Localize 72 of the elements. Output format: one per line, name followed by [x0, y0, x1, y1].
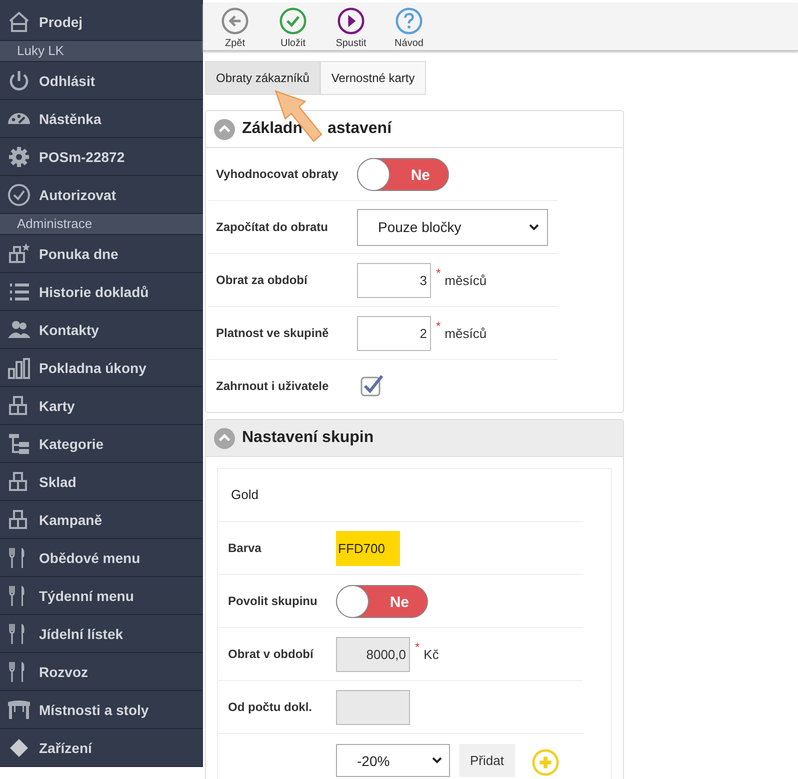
panel-title: Základn	[242, 120, 302, 138]
toolbar-button[interactable]: Spustit	[325, 3, 377, 50]
dropdown[interactable]: Pouze bločky	[357, 208, 548, 246]
sidebar-item[interactable]: Odhlásit	[39, 72, 96, 88]
tab[interactable]: Vernostné karty	[320, 61, 426, 95]
sidebar-section-header: Luky LK	[0, 41, 203, 62]
panel-title: astavení	[327, 120, 392, 138]
group-name: Gold	[218, 469, 583, 522]
sidebar-item[interactable]: POSm-22872	[39, 148, 125, 164]
required-mark: *	[436, 319, 441, 333]
collapse-icon[interactable]	[214, 428, 235, 448]
house-icon	[7, 10, 31, 34]
field-label: Vyhodnocovat obraty	[215, 167, 340, 181]
sidebar-item[interactable]: Zařízení	[39, 740, 92, 756]
gear-icon	[7, 144, 31, 168]
required-mark: *	[415, 640, 420, 654]
field-label: Platnost ve skupině	[215, 326, 330, 340]
sidebar-item[interactable]: Historie dokladů	[39, 284, 149, 300]
toggle-switch[interactable]: Ne	[357, 158, 449, 190]
sidebar-item[interactable]: Kontakty	[39, 322, 99, 338]
toolbar-button[interactable]: Návod	[383, 3, 435, 50]
field-label: Barva	[227, 541, 262, 555]
bar-chart-icon	[7, 356, 31, 380]
tree-icon	[7, 432, 31, 456]
sidebar-item[interactable]: Jídelní lístek	[39, 626, 124, 642]
toggle-switch[interactable]: Ne	[336, 584, 428, 618]
toolbar-button[interactable]: Uložit	[267, 3, 319, 50]
number-field[interactable]: 3	[357, 262, 431, 298]
caret-icon	[432, 757, 442, 764]
sidebar-item[interactable]: Ponuka dne	[39, 246, 118, 262]
sidebar-item[interactable]: Rozvoz	[39, 664, 88, 680]
field-label: Započítat do obratu	[215, 220, 329, 234]
field-label: Od počtu dokl.	[227, 700, 313, 714]
unit-label: měsíců	[444, 326, 487, 340]
table-icon	[7, 698, 31, 722]
sidebar-item[interactable]: Autorizovat	[39, 186, 116, 202]
add-button[interactable]: Přidat	[459, 744, 515, 777]
sidebar-item[interactable]: Kampaně	[39, 512, 102, 528]
sidebar-item[interactable]: Pokladna úkony	[39, 360, 146, 376]
sidebar-section-header: Administrace	[0, 214, 203, 235]
add-icon[interactable]	[532, 749, 559, 776]
gauge-icon	[8, 113, 30, 124]
sidebar-item[interactable]: Sklad	[39, 474, 76, 490]
checkbox[interactable]	[360, 374, 384, 398]
required-mark: *	[436, 266, 441, 280]
number-field[interactable]: 2	[357, 316, 431, 350]
color-field[interactable]: FFD700	[336, 530, 400, 566]
sidebar-item[interactable]: Prodej	[39, 14, 83, 30]
field-label: Obrat v období	[227, 647, 315, 661]
power-icon	[7, 68, 31, 92]
unit-label: Kč	[424, 646, 439, 662]
sidebar-item[interactable]: Kategorie	[39, 436, 104, 452]
check-circle-icon	[7, 182, 31, 206]
toolbar-button[interactable]: Zpět	[209, 3, 261, 50]
help-icon	[395, 7, 423, 35]
sidebar-item[interactable]: Místnosti a stoly	[39, 702, 149, 718]
sidebar-item[interactable]: Obědové menu	[39, 550, 140, 566]
dropdown[interactable]: -20%	[336, 744, 450, 777]
field-label: Povolit skupinu	[227, 594, 318, 608]
collapse-icon[interactable]	[214, 118, 235, 140]
caret-icon	[529, 224, 539, 230]
sidebar-item[interactable]: Týdenní menu	[39, 588, 134, 604]
tab[interactable]: Obraty zákazníků	[205, 61, 320, 95]
panel-title: Nastavení skupin	[242, 429, 374, 447]
unit-label: měsíců	[444, 272, 487, 288]
field-label: Obrat za období	[215, 273, 309, 287]
sidebar-item[interactable]: Karty	[39, 398, 75, 414]
checkmark-icon	[279, 7, 307, 35]
blocks-star-icon	[7, 242, 31, 266]
field-label: Zahrnout i uživatele	[215, 379, 330, 393]
sidebar-item[interactable]: Nástěnka	[39, 110, 102, 126]
play-icon	[337, 7, 365, 35]
